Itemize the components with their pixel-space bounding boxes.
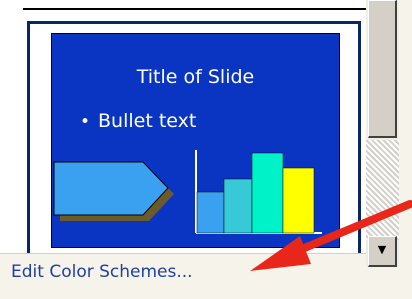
callout-arrow-shaft (286, 200, 412, 258)
callout-arrow (250, 200, 412, 271)
color-schemes-panel: Title of Slide • Bullet text ▼ Edit Colo… (0, 0, 412, 299)
callout-arrow-head (250, 236, 311, 271)
